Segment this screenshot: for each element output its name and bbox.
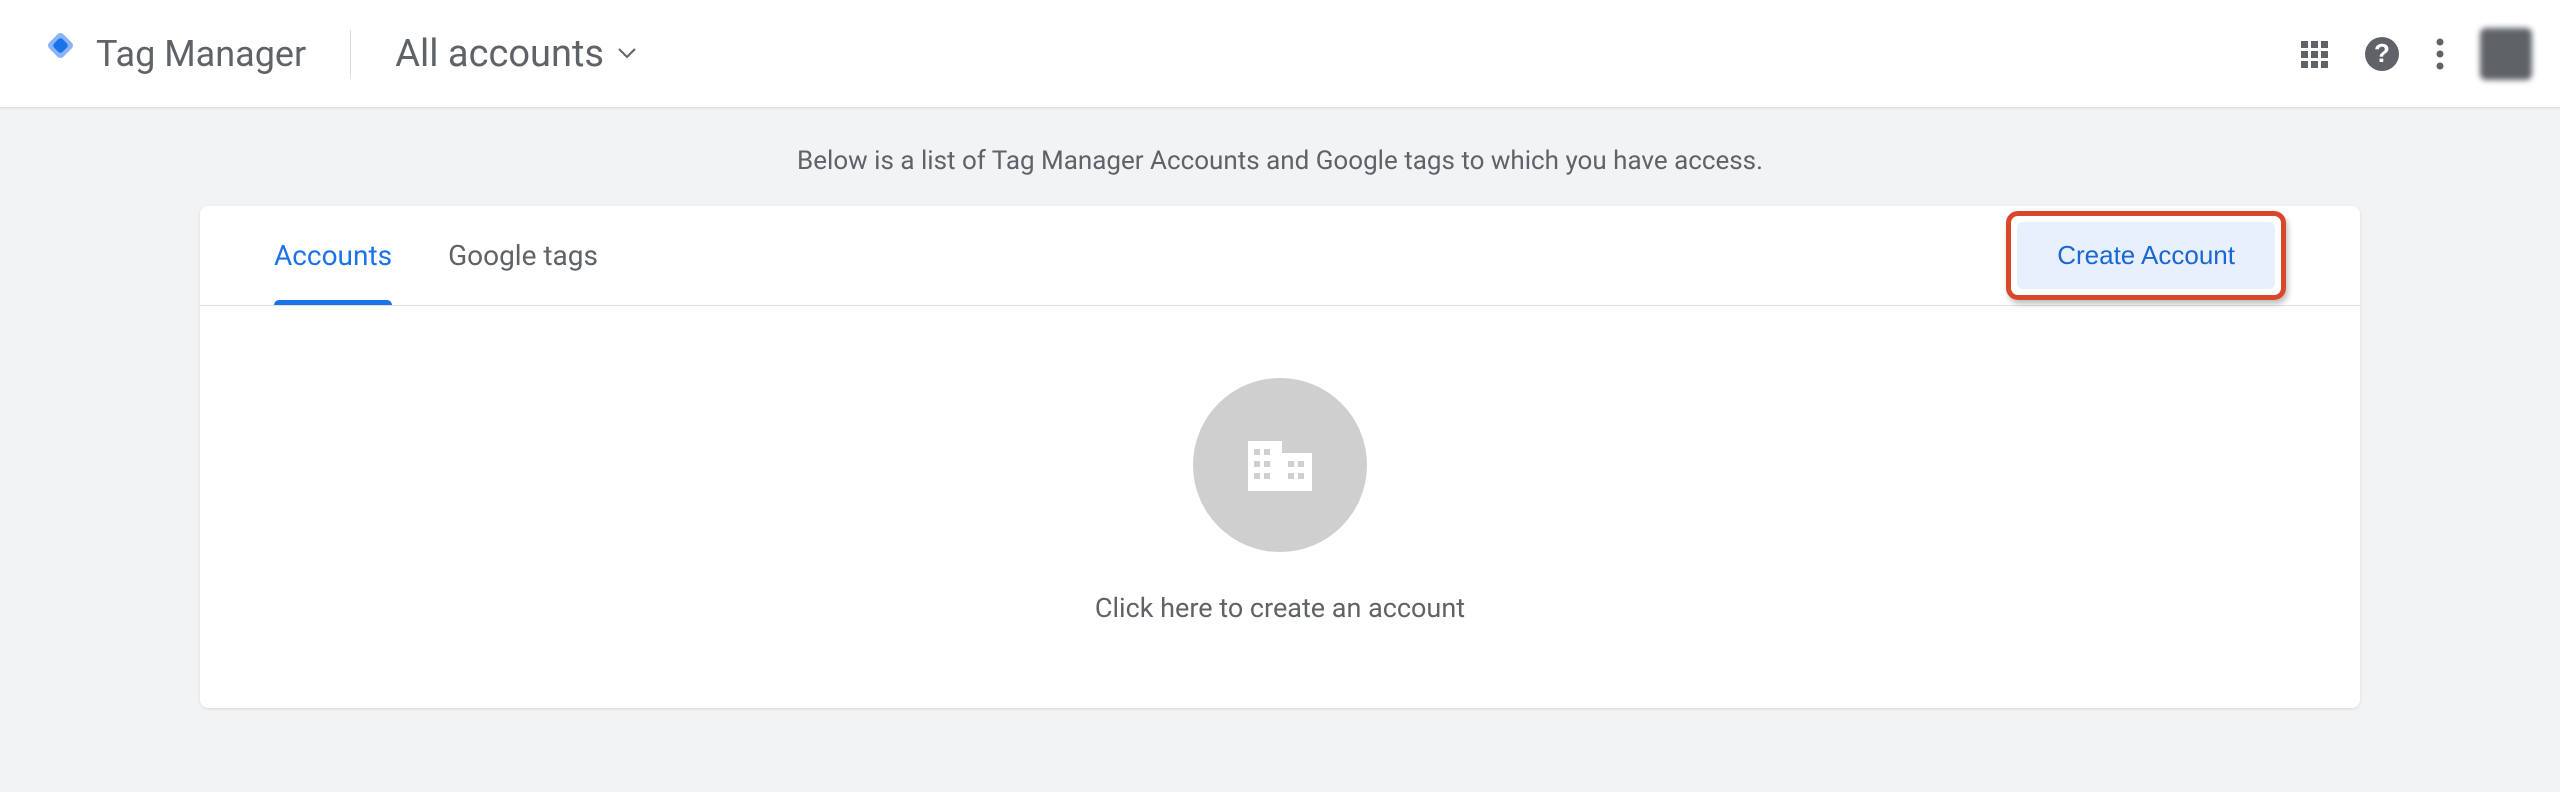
header-divider	[350, 30, 351, 78]
header-right: ?	[2300, 28, 2532, 80]
apps-grid-icon[interactable]	[2300, 40, 2328, 68]
tag-manager-logo-icon	[28, 30, 76, 78]
tab-label: Accounts	[274, 239, 392, 272]
account-selector[interactable]: All accounts	[395, 32, 636, 76]
svg-text:?: ?	[2374, 38, 2390, 68]
account-selector-label: All accounts	[395, 32, 604, 76]
panel-header: Accounts Google tags Create Account	[200, 206, 2360, 306]
more-vert-icon[interactable]	[2436, 38, 2444, 70]
create-account-button[interactable]: Create Account	[2017, 222, 2275, 289]
panel-body: Click here to create an account	[200, 306, 2360, 708]
empty-state-text[interactable]: Click here to create an account	[1095, 592, 1465, 624]
product-name: Tag Manager	[96, 33, 306, 75]
empty-state-icon-circle[interactable]	[1193, 378, 1367, 552]
app-header: Tag Manager All accounts	[0, 0, 2560, 108]
help-icon[interactable]: ?	[2364, 36, 2400, 72]
tab-accounts[interactable]: Accounts	[274, 206, 392, 305]
header-left: Tag Manager All accounts	[28, 30, 636, 78]
page-subtitle: Below is a list of Tag Manager Accounts …	[0, 108, 2560, 206]
tab-label: Google tags	[448, 239, 598, 272]
avatar[interactable]	[2480, 28, 2532, 80]
building-icon	[1248, 435, 1312, 495]
accounts-panel: Accounts Google tags Create Account	[200, 206, 2360, 708]
tab-google-tags[interactable]: Google tags	[448, 206, 598, 305]
chevron-down-icon	[618, 48, 636, 60]
create-account-highlight: Create Account	[2006, 211, 2286, 300]
tabs: Accounts Google tags	[274, 206, 598, 305]
